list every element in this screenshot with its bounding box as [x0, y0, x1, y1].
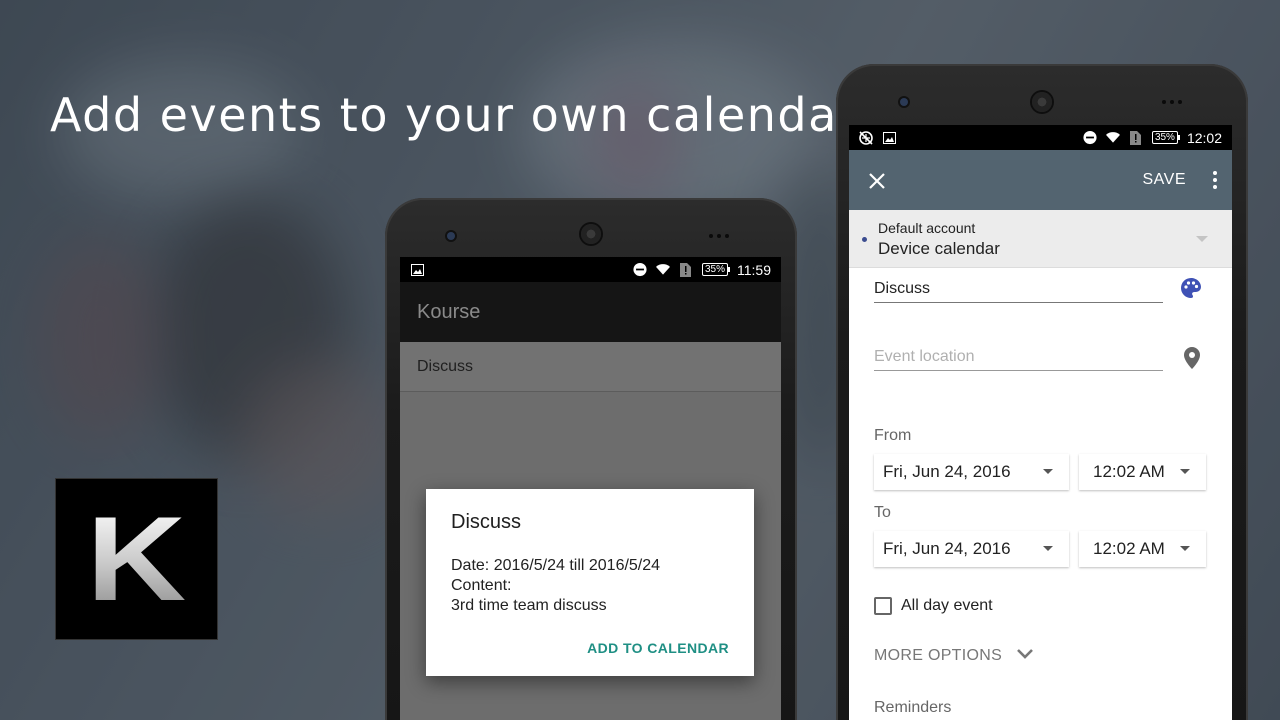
phone-left-screen: 35% 11:59 Kourse Discuss Discuss Date: 2… — [400, 257, 781, 720]
chevron-down-icon — [1043, 469, 1053, 474]
dialog-body: Date: 2016/5/24 till 2016/5/24 Content: … — [451, 556, 729, 616]
from-date-value: Fri, Jun 24, 2016 — [883, 462, 1011, 481]
to-time-value: 12:02 AM — [1093, 539, 1165, 558]
logo-letter: K — [86, 492, 187, 626]
calendar-toolbar: SAVE — [849, 150, 1232, 210]
wifi-icon — [655, 263, 670, 277]
from-time-value: 12:02 AM — [1093, 462, 1165, 481]
to-label: To — [874, 504, 891, 521]
more-options-label: MORE OPTIONS — [874, 647, 1003, 664]
chevron-down-icon — [1196, 236, 1208, 242]
event-dialog: Discuss Date: 2016/5/24 till 2016/5/24 C… — [426, 489, 754, 676]
battery-icon: 35% — [1151, 131, 1180, 144]
list-item[interactable]: Discuss — [400, 342, 781, 392]
save-button[interactable]: SAVE — [1143, 171, 1187, 189]
headline: Add events to your own calendar — [50, 88, 859, 142]
close-icon[interactable] — [869, 167, 885, 193]
account-value: Device calendar — [878, 239, 1000, 258]
app-title: Kourse — [417, 300, 481, 323]
dialog-title: Discuss — [451, 511, 522, 533]
event-title-field[interactable]: Discuss — [874, 280, 1163, 303]
more-options-button[interactable]: MORE OPTIONS — [874, 647, 1034, 665]
sensor-dots — [1162, 100, 1182, 104]
earpiece-speaker — [581, 224, 601, 244]
chevron-down-icon — [1180, 546, 1190, 551]
reminders-label: Reminders — [874, 699, 952, 716]
sim-icon — [1129, 130, 1143, 145]
sim-icon — [679, 262, 693, 277]
kourse-logo: K — [55, 478, 218, 640]
front-camera — [447, 232, 455, 240]
from-label: From — [874, 427, 912, 444]
palette-icon[interactable] — [1180, 277, 1202, 304]
account-color-dot — [862, 237, 867, 242]
image-icon — [410, 263, 424, 277]
to-date-picker[interactable]: Fri, Jun 24, 2016 — [874, 531, 1069, 567]
dialog-date: Date: 2016/5/24 till 2016/5/24 — [451, 557, 661, 574]
to-date-value: Fri, Jun 24, 2016 — [883, 539, 1011, 558]
all-day-label: All day event — [901, 597, 993, 614]
status-time: 12:02 — [1186, 129, 1222, 146]
location-pin-icon[interactable] — [1184, 347, 1200, 374]
status-bar: 35% 11:59 — [400, 257, 781, 282]
more-vert-icon[interactable] — [1212, 171, 1218, 189]
dialog-content-value: 3rd time team discuss — [451, 597, 607, 614]
to-time-picker[interactable]: 12:02 AM — [1079, 531, 1206, 567]
image-icon — [882, 131, 896, 145]
from-date-picker[interactable]: Fri, Jun 24, 2016 — [874, 454, 1069, 490]
battery-icon: 35% — [701, 263, 731, 276]
checkbox-icon[interactable] — [874, 597, 892, 615]
do-not-disturb-icon — [1083, 130, 1097, 145]
earpiece-speaker — [1032, 92, 1052, 112]
account-label: Default account — [878, 220, 976, 236]
dialog-content-label: Content: — [451, 577, 512, 594]
event-location-input[interactable]: Event location — [874, 348, 1163, 371]
phone-right: 35% 12:02 SAVE Default account Device ca… — [836, 64, 1248, 720]
all-day-checkbox[interactable]: All day event — [874, 597, 993, 615]
add-to-calendar-button[interactable]: ADD TO CALENDAR — [587, 640, 729, 656]
account-selector[interactable]: Default account Device calendar — [849, 210, 1232, 268]
chevron-down-icon — [1016, 647, 1034, 665]
phone-right-screen: 35% 12:02 SAVE Default account Device ca… — [849, 125, 1232, 720]
do-not-disturb-icon — [633, 262, 647, 277]
app-bar: Kourse — [400, 282, 781, 342]
status-time: 11:59 — [737, 261, 771, 278]
event-list: Discuss Discuss Date: 2016/5/24 till 201… — [400, 342, 781, 720]
sensor-dots — [709, 234, 729, 238]
chevron-down-icon — [1043, 546, 1053, 551]
status-bar: 35% 12:02 — [849, 125, 1232, 150]
location-off-icon — [859, 130, 873, 145]
from-time-picker[interactable]: 12:02 AM — [1079, 454, 1206, 490]
chevron-down-icon — [1180, 469, 1190, 474]
list-item-label: Discuss — [417, 357, 474, 375]
phone-left: 35% 11:59 Kourse Discuss Discuss Date: 2… — [385, 198, 797, 720]
front-camera — [900, 98, 908, 106]
wifi-icon — [1105, 131, 1120, 145]
